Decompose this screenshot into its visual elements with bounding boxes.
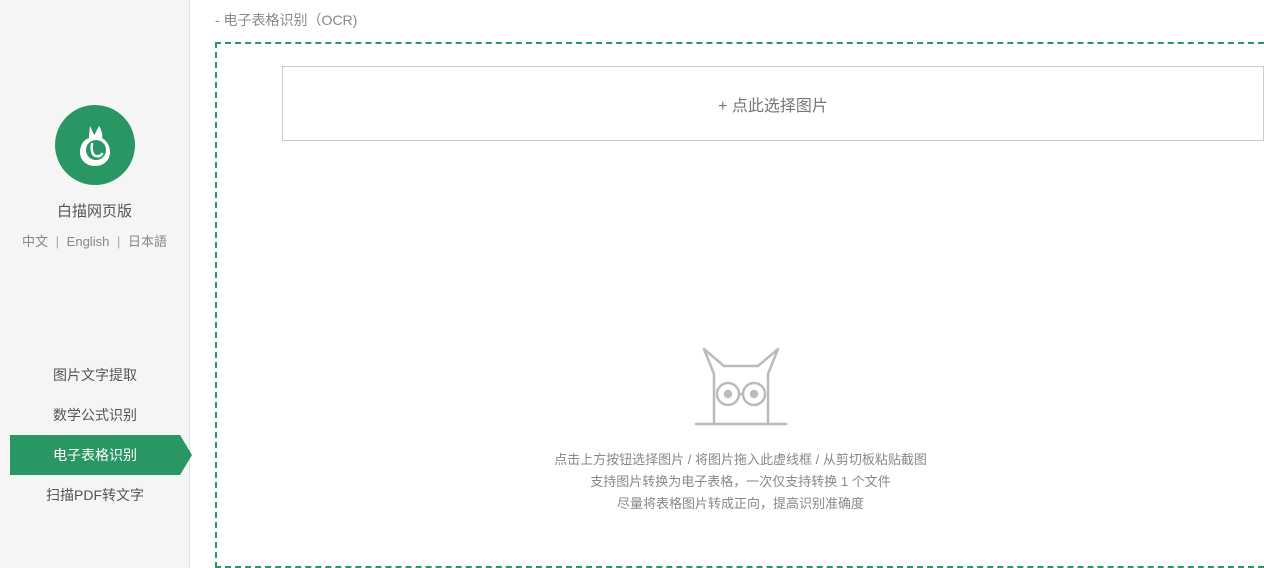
cat-logo-icon: [70, 120, 120, 170]
nav-item-label: 图片文字提取: [53, 365, 137, 385]
select-image-button[interactable]: + 点此选择图片: [282, 66, 1264, 141]
select-button-label: + 点此选择图片: [718, 92, 828, 116]
app-logo: [55, 105, 135, 185]
lang-ja[interactable]: 日本語: [128, 234, 167, 249]
sidebar: 白描网页版 中文 | English | 日本語 图片文字提取 数学公式识别 电…: [0, 0, 190, 568]
hint-line-3: 尽量将表格图片转成正向，提高识别准确度: [617, 493, 864, 515]
breadcrumb: - 电子表格识别（OCR): [215, 10, 1264, 30]
nav-item-pdf[interactable]: 扫描PDF转文字: [10, 475, 180, 515]
placeholder-area: 点击上方按钮选择图片 / 将图片拖入此虚线框 / 从剪切板粘贴截图 支持图片转换…: [217, 344, 1264, 515]
cat-placeholder-icon: [686, 344, 796, 429]
language-switcher: 中文 | English | 日本語: [22, 231, 167, 250]
nav-item-label: 数学公式识别: [53, 405, 137, 425]
nav-menu: 图片文字提取 数学公式识别 电子表格识别 扫描PDF转文字: [0, 355, 189, 515]
hint-line-1: 点击上方按钮选择图片 / 将图片拖入此虚线框 / 从剪切板粘贴截图: [554, 449, 927, 471]
nav-item-label: 电子表格识别: [53, 445, 137, 465]
app-title: 白描网页版: [57, 200, 132, 221]
drop-zone[interactable]: + 点此选择图片 点击上方按钮选择图片 / 将图片拖入此虚线框 / 从剪切板粘贴…: [215, 42, 1264, 568]
lang-zh[interactable]: 中文: [22, 234, 48, 249]
nav-item-image-ocr[interactable]: 图片文字提取: [10, 355, 180, 395]
nav-item-label: 扫描PDF转文字: [46, 485, 144, 505]
main-content: - 电子表格识别（OCR) + 点此选择图片 点击上方按钮选择图片 / 将图片拖…: [190, 0, 1264, 568]
nav-item-spreadsheet[interactable]: 电子表格识别: [10, 435, 180, 475]
lang-en[interactable]: English: [67, 234, 110, 249]
nav-item-formula[interactable]: 数学公式识别: [10, 395, 180, 435]
hint-line-2: 支持图片转换为电子表格，一次仅支持转换 1 个文件: [590, 471, 890, 493]
